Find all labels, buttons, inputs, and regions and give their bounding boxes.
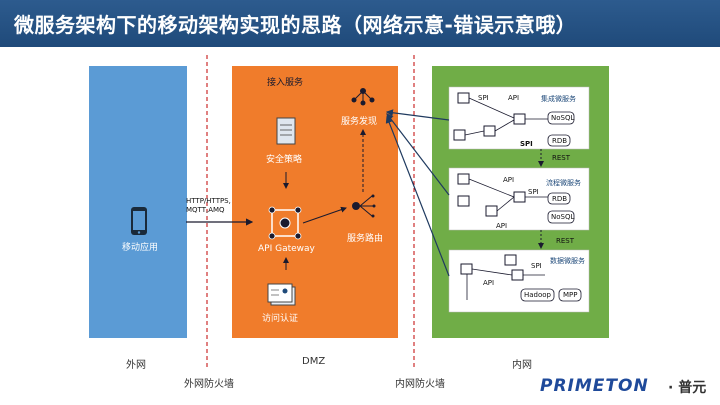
outer-firewall-label: 外网防火墙 — [184, 379, 234, 390]
primeton-logo: PRIMETON — [540, 376, 649, 396]
protocol-label: HTTP/HTTPS, MQTT,AMQ — [186, 197, 231, 214]
spi-tag: SPI — [531, 262, 542, 270]
api-gateway-label: API Gateway — [258, 244, 315, 254]
mobile-app-label: 移动应用 — [122, 243, 159, 253]
db-label: MPP — [563, 291, 578, 299]
mobile-phone-icon — [131, 207, 147, 235]
api-tag: API — [503, 176, 515, 184]
db-label: Hadoop — [524, 291, 552, 299]
service-routing-label: 服务路由 — [347, 234, 384, 244]
service-title: 流程微服务 — [546, 179, 581, 187]
rest-tag: REST — [552, 154, 571, 162]
service-title: 数据微服务 — [550, 257, 585, 265]
db-label: RDB — [552, 137, 568, 145]
db-label: NoSQL — [551, 213, 575, 221]
service-discovery-label: 服务发现 — [341, 117, 378, 127]
outer-network-zone — [89, 66, 187, 338]
inner-zone-label: 内网 — [512, 360, 532, 371]
spi-tag: SPI — [520, 140, 533, 148]
db-label: NoSQL — [551, 114, 575, 122]
primeton-logo-cn: · 普元 — [668, 380, 707, 396]
rest-tag: REST — [556, 237, 575, 245]
service-title: 集成微服务 — [541, 95, 576, 103]
api-tag: API — [496, 222, 508, 230]
api-tag: API — [508, 94, 520, 102]
outer-zone-label: 外网 — [126, 360, 146, 371]
architecture-diagram — [89, 55, 609, 370]
security-policy-label: 安全策略 — [266, 155, 303, 165]
spi-tag: SPI — [528, 188, 539, 196]
id-card-icon — [267, 283, 296, 306]
access-auth-label: 访问认证 — [262, 314, 299, 324]
dmz-zone — [232, 66, 398, 338]
api-tag: API — [483, 279, 495, 287]
scroll-icon — [276, 117, 296, 145]
access-service-title: 接入服务 — [267, 78, 304, 88]
dmz-zone-label: DMZ — [302, 356, 326, 367]
spi-tag: SPI — [478, 94, 489, 102]
inner-firewall-label: 内网防火墙 — [395, 379, 445, 390]
db-label: RDB — [552, 195, 568, 203]
